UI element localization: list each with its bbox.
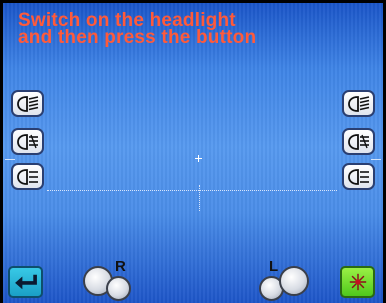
high-beam-icon bbox=[347, 95, 369, 112]
right-fog-light-button[interactable] bbox=[342, 128, 375, 155]
fog-light-icon bbox=[347, 133, 369, 150]
left-low-beam-button[interactable] bbox=[11, 163, 44, 190]
right-side-label: R bbox=[115, 258, 126, 275]
laser-button[interactable] bbox=[340, 266, 375, 298]
left-high-beam-button[interactable] bbox=[11, 90, 44, 117]
right-high-beam-button[interactable] bbox=[342, 90, 375, 117]
right-low-beam-button[interactable] bbox=[342, 163, 375, 190]
return-arrow-icon bbox=[14, 274, 37, 290]
back-button[interactable] bbox=[8, 266, 43, 298]
fog-light-icon bbox=[16, 133, 38, 150]
vertical-center-line bbox=[199, 185, 200, 211]
laser-icon bbox=[349, 273, 366, 291]
center-crosshair bbox=[195, 155, 202, 162]
lens-inner-left bbox=[279, 266, 309, 296]
left-reference-dash bbox=[5, 159, 15, 160]
left-fog-light-button[interactable] bbox=[11, 128, 44, 155]
low-beam-icon bbox=[347, 168, 369, 185]
low-beam-icon bbox=[16, 168, 38, 185]
left-side-label: L bbox=[269, 258, 279, 275]
horizontal-cutoff-line bbox=[47, 190, 337, 191]
lens-outer-right bbox=[106, 276, 131, 301]
right-reference-dash bbox=[371, 159, 381, 160]
instruction-line-2: and then press the button bbox=[18, 27, 257, 48]
high-beam-icon bbox=[16, 95, 38, 112]
instruction-text: Switch on the headlight and then press t… bbox=[18, 11, 257, 48]
aiming-screen: Switch on the headlight and then press t… bbox=[3, 3, 383, 303]
